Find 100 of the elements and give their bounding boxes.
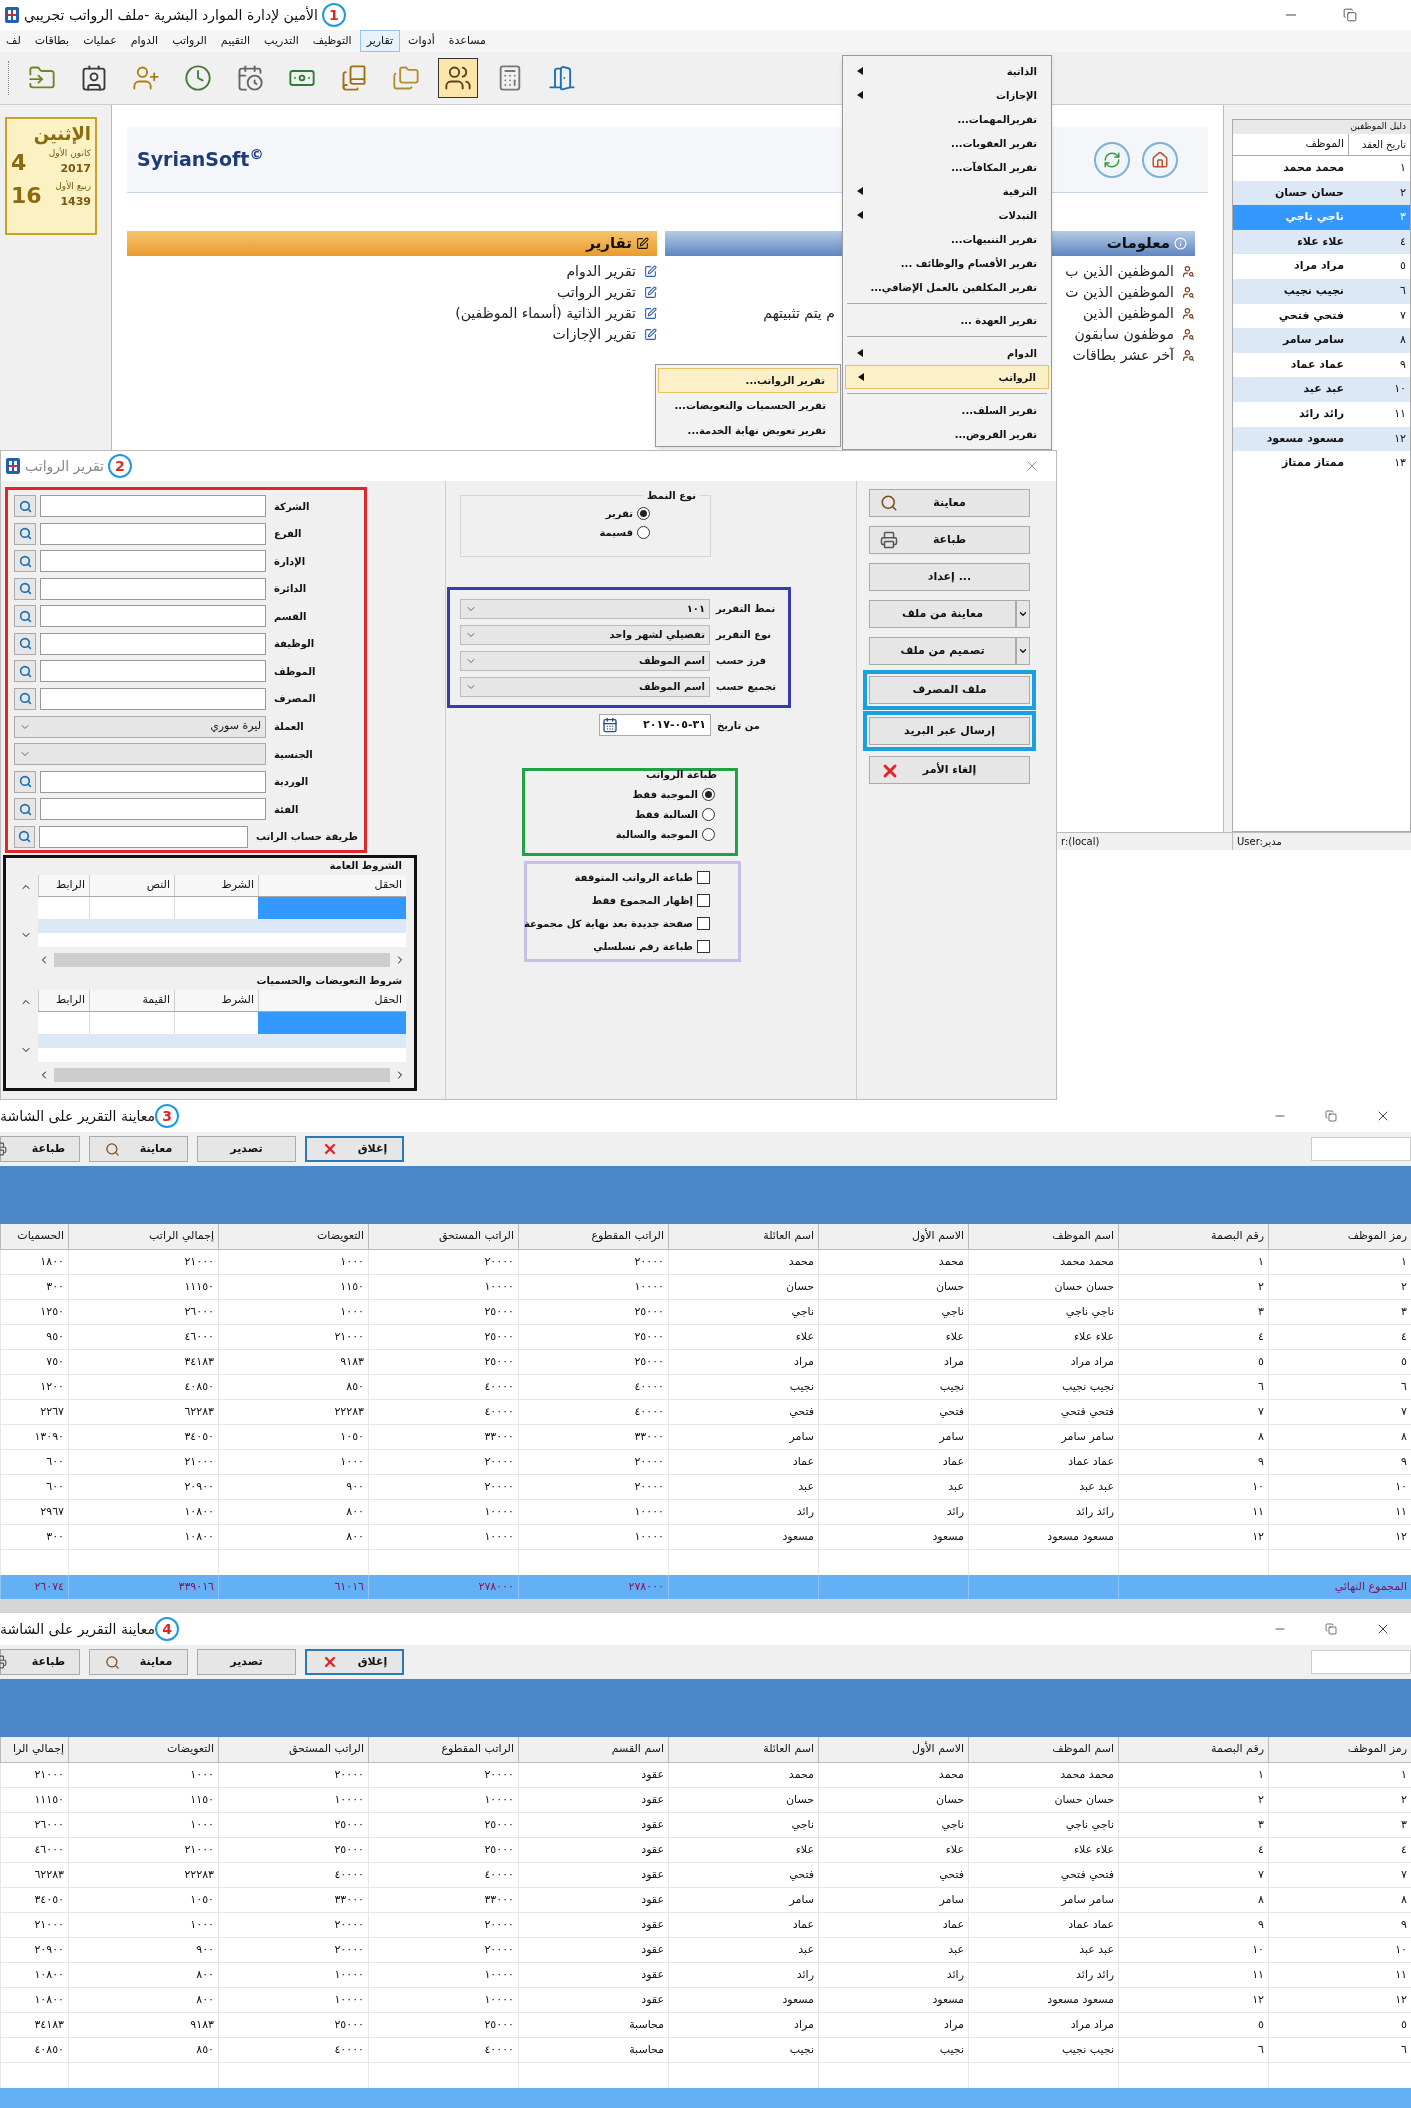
toolbar-button[interactable]: طباعة (0, 1136, 80, 1162)
restore-icon[interactable] (1325, 1623, 1337, 1635)
input-field[interactable] (40, 605, 266, 628)
toolbar-button[interactable]: تصدير (197, 1649, 296, 1675)
list-row[interactable]: ١٠ عبد عبد (1233, 377, 1410, 402)
menu-entry[interactable]: الذاتية (845, 59, 1049, 83)
menu-entry[interactable]: تقرير العقوبات... (845, 131, 1049, 155)
menu-item[interactable]: الرواتب (166, 30, 213, 52)
radio-button[interactable] (637, 507, 650, 520)
dropdown[interactable]: تفصيلي لشهر واحد (460, 624, 710, 645)
dropdown[interactable]: اسم الموظف (460, 650, 710, 671)
lookup-button[interactable] (14, 522, 36, 545)
toolbar-button[interactable]: تصدير (197, 1136, 296, 1162)
input-field[interactable] (40, 660, 266, 683)
menu-entry[interactable]: تقرير الرواتب... (658, 368, 838, 393)
toolbar-button[interactable] (438, 58, 478, 98)
button[interactable]: إعداد ... (869, 563, 1030, 591)
checkbox[interactable] (697, 939, 710, 953)
menu-item[interactable]: الدوام (124, 30, 165, 52)
lookup-button[interactable] (14, 550, 36, 573)
input-field[interactable] (40, 798, 266, 821)
dropdown-arrow-button[interactable] (1016, 600, 1030, 628)
lookup-button[interactable] (14, 825, 35, 848)
toolbar-button[interactable]: إغلاق (305, 1649, 404, 1675)
menu-entry[interactable]: الترقية (845, 179, 1049, 203)
lookup-button[interactable] (14, 605, 36, 628)
menu-entry[interactable]: تقرير المكلفين بالعمل الإضافي... (845, 275, 1049, 299)
input-field[interactable] (40, 577, 266, 600)
report-link[interactable]: تقرير الدوام (566, 261, 636, 282)
radio-button[interactable] (702, 808, 715, 821)
dropdown[interactable] (14, 743, 266, 766)
lookup-button[interactable] (14, 770, 36, 793)
toolbar-button[interactable]: إغلاق (305, 1136, 404, 1162)
menu-entry[interactable]: تقرير العهدة ... (845, 308, 1049, 332)
info-link[interactable]: موظفون سابقون (1074, 324, 1174, 345)
report-link[interactable]: تقرير الذاتية (أسماء الموظفين) (455, 303, 636, 324)
dropdown[interactable]: ليرة سوري (14, 715, 266, 738)
checkbox[interactable] (697, 870, 710, 884)
table-cell[interactable] (258, 897, 406, 919)
info-link[interactable]: الموظفين الذين ت (1065, 282, 1174, 303)
info-link[interactable]: آخر عشر بطاقات (1072, 345, 1174, 366)
menu-item[interactable]: تقارير (359, 30, 401, 52)
menu-entry[interactable]: الرواتب (845, 365, 1049, 389)
info-link[interactable]: الموظفين الذين (1082, 303, 1174, 324)
menu-item[interactable]: لف (0, 30, 27, 52)
menu-entry[interactable]: تقرير القروض... (845, 422, 1049, 446)
toolbar-button[interactable]: معاينة (89, 1136, 188, 1162)
menu-item[interactable]: التقييم (214, 30, 257, 52)
list-row[interactable]: ٢ حسان حسان (1233, 180, 1410, 206)
input-field[interactable] (40, 770, 266, 793)
menu-entry[interactable]: تقريرالمهمات... (845, 107, 1049, 131)
input-field[interactable] (40, 550, 266, 573)
restore-icon[interactable] (1325, 1110, 1337, 1122)
checkbox[interactable] (697, 916, 710, 930)
info-link[interactable]: م يتم تثبيتهم (763, 303, 835, 324)
toolbar-button[interactable]: معاينة (89, 1649, 188, 1675)
home-button[interactable] (1142, 141, 1178, 178)
list-row[interactable]: ٨ سامر سامر (1233, 328, 1410, 353)
menu-entry[interactable]: تقرير المكافآت... (845, 155, 1049, 179)
dropdown[interactable]: ١٠١ (460, 598, 710, 619)
list-row[interactable]: ٤ علاء علاء (1233, 229, 1410, 255)
menu-item[interactable]: عمليات (77, 30, 123, 52)
refresh-button[interactable] (1094, 141, 1130, 178)
dropdown-arrow-button[interactable] (1016, 637, 1030, 665)
input-field[interactable] (40, 632, 266, 655)
lookup-button[interactable] (14, 798, 36, 821)
input-field[interactable] (40, 495, 266, 518)
menu-item[interactable]: التوظيف (306, 30, 358, 52)
input-field[interactable] (40, 688, 266, 710)
menu-entry[interactable]: الدوام (845, 341, 1049, 365)
toolbar-button[interactable]: طباعة (0, 1649, 80, 1675)
restore-icon[interactable] (1343, 8, 1357, 22)
info-link[interactable]: الموظفين الذين ب (1065, 261, 1174, 282)
button[interactable]: طباعة (869, 526, 1030, 554)
button[interactable]: ملف المصرف (869, 676, 1030, 704)
menu-item[interactable]: مساعدة (442, 30, 492, 52)
lookup-button[interactable] (14, 495, 36, 518)
lookup-button[interactable] (14, 688, 36, 710)
button[interactable]: معاينة (869, 489, 1030, 517)
checkbox[interactable] (697, 893, 710, 907)
calendar-icon[interactable] (602, 717, 618, 733)
report-link[interactable]: تقرير الرواتب (557, 282, 636, 303)
radio-button[interactable] (702, 828, 715, 841)
menu-item[interactable]: بطاقات (28, 30, 76, 52)
list-row[interactable]: ٦ نجيب نجيب (1233, 278, 1410, 304)
menu-entry[interactable]: تقرير الأقسام والوظائف ... (845, 251, 1049, 275)
menu-entry[interactable]: تقرير الحسميات والتعويضات... (658, 393, 838, 418)
input-field[interactable] (1311, 1650, 1411, 1674)
button[interactable]: إرسال عبر البريد (869, 717, 1030, 745)
menu-entry[interactable]: تقرير السلف... (845, 398, 1049, 422)
date-field[interactable]: ٣١-٠٥-٢٠١٧ (599, 714, 711, 736)
menu-entry[interactable]: الإجازات (845, 83, 1049, 107)
menu-entry[interactable]: تقرير تعويض نهاية الخدمة... (658, 418, 838, 443)
menu-entry[interactable]: التبدلات (845, 203, 1049, 227)
list-row[interactable]: ١٢ مسعود مسعود (1233, 426, 1410, 452)
menu-item[interactable]: التدريب (258, 30, 305, 52)
lookup-button[interactable] (14, 660, 36, 683)
menu-entry[interactable]: تقرير التنبيهات... (845, 227, 1049, 251)
menu-item[interactable]: أدوات (402, 30, 441, 52)
input-field[interactable] (40, 522, 266, 545)
